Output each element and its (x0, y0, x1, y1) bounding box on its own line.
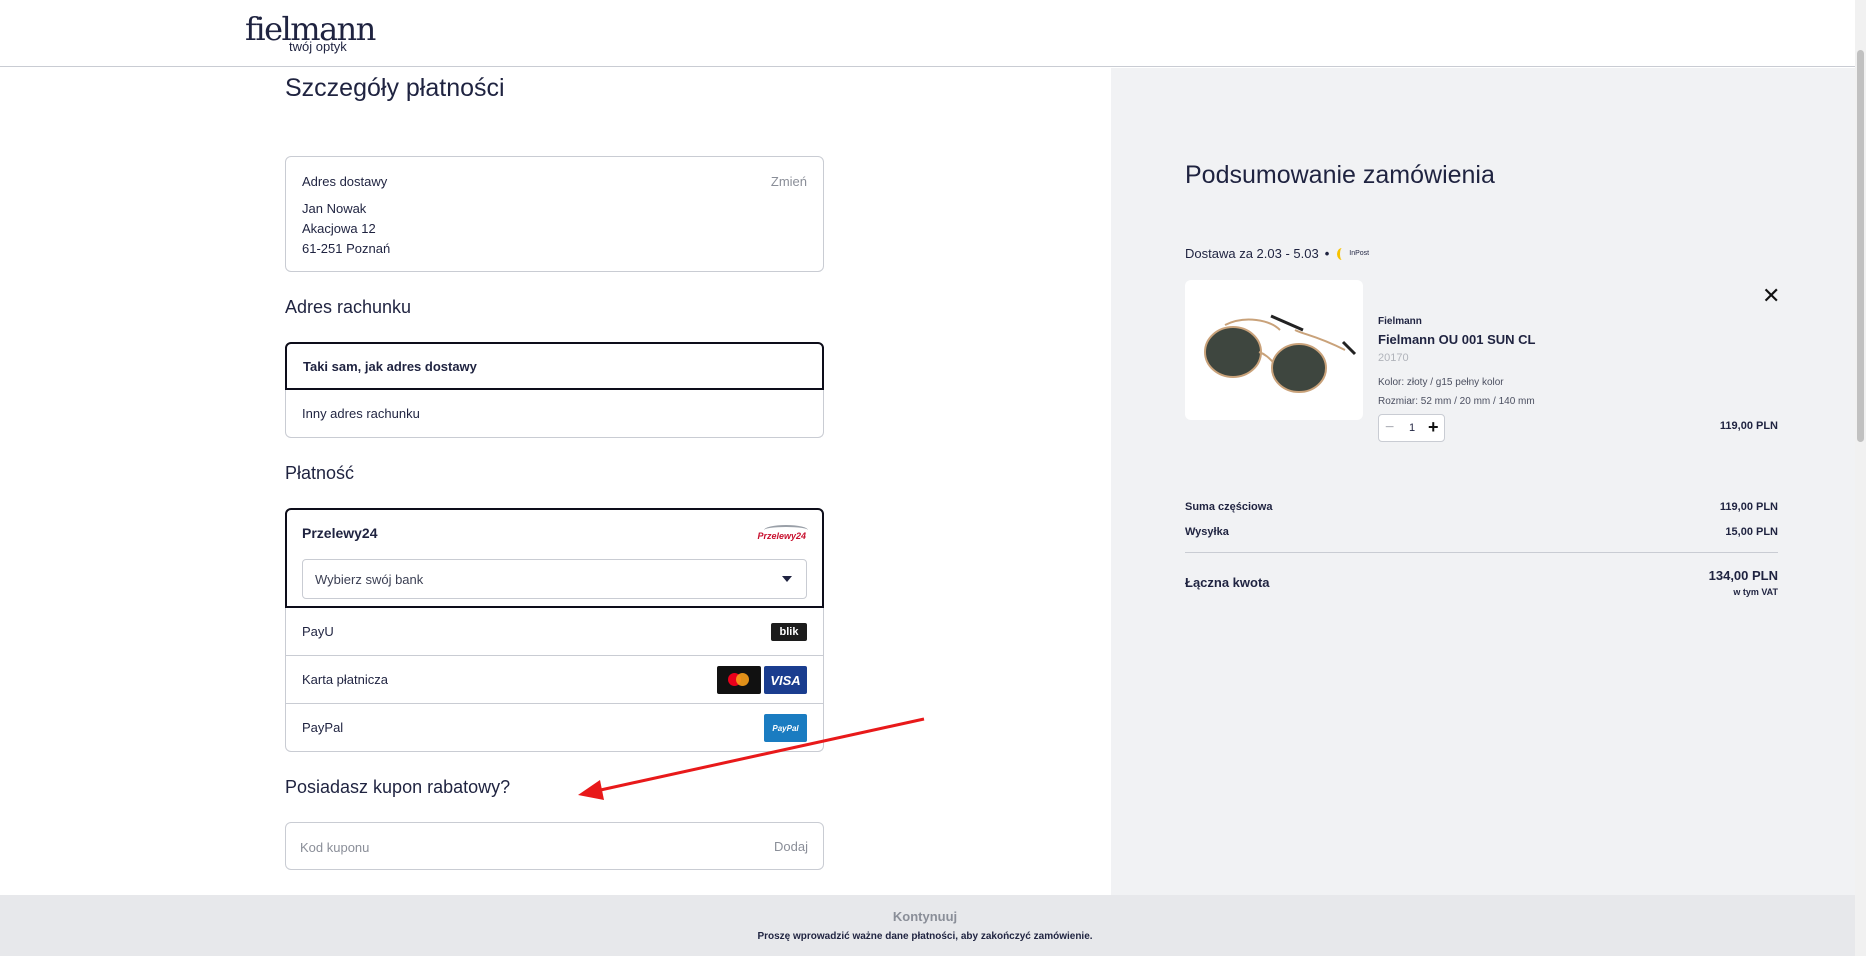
page-scrollbar[interactable] (1855, 0, 1866, 956)
total-value: 134,00 PLN (1708, 568, 1778, 583)
delivery-bullet: • (1324, 246, 1330, 261)
payment-option-paypal[interactable]: PayPal PayPal (285, 704, 824, 752)
billing-title: Adres rachunku (285, 297, 412, 317)
payu-label: PayU (302, 624, 334, 639)
fielmann-logo[interactable]: fielmann twój optyk (245, 12, 376, 54)
product-name[interactable]: Fielmann OU 001 SUN CL (1378, 332, 1535, 347)
product-size: Rozmiar: 52 mm / 20 mm / 140 mm (1378, 396, 1535, 407)
payment-options: Przelewy24 Przelewy24 Wybierz swój bank … (285, 508, 824, 752)
minus-icon[interactable]: − (1385, 419, 1394, 437)
payment-option-payu[interactable]: PayU blik (285, 608, 824, 656)
delivery-estimate: Dostawa za 2.03 - 5.03 • InPost (1185, 246, 1369, 261)
header: fielmann twój optyk (0, 0, 1855, 67)
arrow-head (578, 780, 604, 800)
shipping-address-label: Adres dostawy (302, 174, 388, 189)
product-price: 119,00 PLN (1719, 420, 1778, 432)
summary-title: Podsumowanie zamówienia (1185, 161, 1495, 189)
sunglasses-icon (1204, 314, 1357, 393)
address-name: Jan Nowak (302, 201, 367, 216)
paypal-logo-icon: PayPal (764, 714, 807, 742)
shipping-address-card: Adres dostawy Zmień Jan Nowak Akacjowa 1… (285, 156, 824, 272)
przelewy24-label: Przelewy24 (302, 525, 378, 541)
visa-logo-icon: VISA (764, 666, 807, 694)
subtotal-value: 119,00 PLN (1719, 501, 1778, 513)
change-address-link[interactable]: Zmień (771, 174, 807, 189)
quantity-value: 1 (1409, 422, 1416, 434)
totals-divider (1185, 552, 1778, 553)
bank-select-value: Wybierz swój bank (315, 571, 424, 587)
payment-title: Płatność (285, 463, 355, 483)
coupon-add-button[interactable]: Dodaj (774, 839, 808, 854)
address-street: Akacjowa 12 (302, 221, 376, 236)
vat-note: w tym VAT (1733, 587, 1778, 597)
scrollbar-thumb[interactable] (1857, 50, 1864, 442)
paypal-label: PayPal (302, 720, 344, 735)
continue-hint: Proszę wprowadzić ważne dane płatności, … (757, 931, 1093, 942)
shipping-label: Wysyłka (1185, 526, 1229, 538)
billing-option-same[interactable]: Taki sam, jak adres dostawy (285, 342, 824, 390)
coupon-box: Dodaj (285, 822, 824, 870)
payment-option-card[interactable]: Karta płatnicza VISA (285, 656, 824, 704)
product-image[interactable] (1185, 280, 1363, 420)
remove-item-icon[interactable]: ✕ (1762, 285, 1780, 307)
address-city: 61-251 Poznań (302, 241, 391, 256)
bank-select-dropdown[interactable]: Wybierz swój bank (302, 559, 807, 599)
billing-option-other[interactable]: Inny adres rachunku (285, 390, 824, 438)
przelewy24-logo-text: Przelewy24 (757, 531, 806, 541)
plus-icon[interactable]: + (1428, 417, 1439, 438)
blik-logo-icon: blik (771, 623, 807, 641)
continue-button[interactable]: Kontynuuj (0, 909, 1850, 924)
delivery-dates: Dostawa za 2.03 - 5.03 (1185, 246, 1319, 261)
billing-options: Taki sam, jak adres dostawy Inny adres r… (285, 342, 824, 438)
subtotal-label: Suma częściowa (1185, 501, 1273, 513)
coupon-title: Posiadasz kupon rabatowy? (285, 777, 511, 797)
product-sku: 20170 (1378, 352, 1409, 364)
logo-tagline: twój optyk (289, 39, 347, 54)
product-brand: Fielmann (1378, 316, 1422, 327)
product-color: Kolor: złoty / g15 pełny kolor (1378, 377, 1504, 388)
bottom-bar: Kontynuuj Proszę wprowadzić ważne dane p… (0, 895, 1855, 956)
quantity-stepper[interactable]: − 1 + (1378, 414, 1445, 442)
caret-down-icon (782, 576, 792, 582)
coupon-code-input[interactable] (300, 835, 720, 859)
page-title: Szczegóły płatności (285, 74, 505, 102)
total-label: Łączna kwota (1185, 575, 1270, 590)
order-summary-panel (1111, 68, 1855, 895)
inpost-logo-icon: InPost (1337, 247, 1370, 260)
mastercard-logo-icon (717, 666, 761, 694)
card-label: Karta płatnicza (302, 672, 388, 687)
shipping-value: 15,00 PLN (1725, 526, 1778, 538)
przelewy24-logo-icon: Przelewy24 (757, 523, 808, 543)
payment-option-przelewy24[interactable]: Przelewy24 Przelewy24 Wybierz swój bank (285, 508, 824, 608)
inpost-logo-text: InPost (1349, 250, 1370, 257)
